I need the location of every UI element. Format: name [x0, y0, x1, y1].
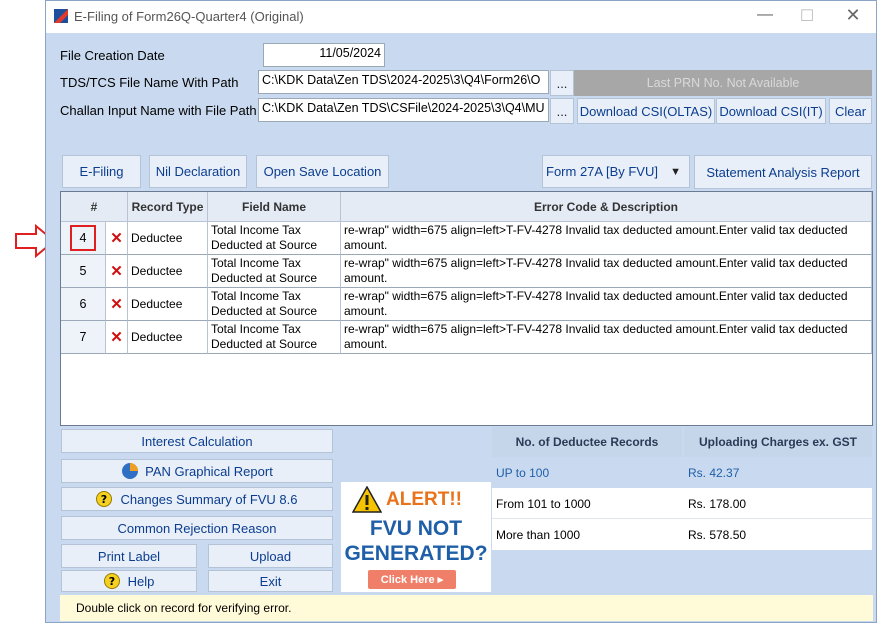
- upload-button[interactable]: Upload: [208, 544, 333, 568]
- col-header-error: Error Code & Description: [341, 192, 872, 222]
- error-x-icon: ✕: [106, 321, 128, 354]
- pan-graphical-report-label: PAN Graphical Report: [145, 463, 273, 479]
- print-label-button[interactable]: Print Label: [61, 544, 197, 568]
- fees-charge-cell[interactable]: Rs. 578.50: [684, 519, 872, 550]
- maximize-icon[interactable]: ☐: [792, 6, 822, 26]
- tds-file-path-field[interactable]: C:\KDK Data\Zen TDS\2024-2025\3\Q4\Form2…: [258, 70, 549, 94]
- window-title: E-Filing of Form26Q-Quarter4 (Original): [74, 9, 304, 24]
- open-save-location-button[interactable]: Open Save Location: [256, 155, 389, 188]
- form-select-dropdown[interactable]: Form 27A [By FVU] ▼: [542, 155, 690, 188]
- statement-analysis-button[interactable]: Statement Analysis Report: [694, 155, 872, 189]
- status-hint: Double click on record for verifying err…: [60, 595, 873, 621]
- col-header-num: #: [61, 192, 128, 222]
- fees-range-cell[interactable]: From 101 to 1000: [492, 488, 682, 519]
- download-it-button[interactable]: Download CSI(IT): [716, 98, 826, 124]
- field-name-cell[interactable]: Total Income Tax Deducted at Source: [208, 321, 341, 354]
- error-description-cell[interactable]: re-wrap" width=675 align=left>T-FV-4278 …: [341, 288, 872, 321]
- field-name-cell[interactable]: Total Income Tax Deducted at Source: [208, 222, 341, 255]
- exit-button[interactable]: Exit: [208, 570, 333, 592]
- alert-title: ALERT!!: [386, 489, 462, 510]
- alert-line2: GENERATED?: [344, 542, 488, 565]
- warning-icon: [352, 486, 382, 513]
- interest-calculation-button[interactable]: Interest Calculation: [61, 429, 333, 453]
- field-name-cell[interactable]: Total Income Tax Deducted at Source: [208, 255, 341, 288]
- error-x-icon: ✕: [106, 222, 128, 255]
- browse-tds-button[interactable]: ...: [550, 70, 574, 96]
- minimize-icon[interactable]: —: [750, 6, 780, 24]
- record-type-cell[interactable]: Deductee: [128, 255, 208, 288]
- tds-file-label: TDS/TCS File Name With Path: [60, 75, 239, 90]
- common-rejection-button[interactable]: Common Rejection Reason: [61, 516, 333, 540]
- row-number-highlight: 4: [69, 225, 97, 251]
- download-oltas-button[interactable]: Download CSI(OLTAS): [577, 98, 715, 124]
- field-name-cell[interactable]: Total Income Tax Deducted at Source: [208, 288, 341, 321]
- question-icon: ?: [96, 491, 113, 507]
- fees-charge-cell[interactable]: Rs. 178.00: [684, 488, 872, 519]
- chevron-down-icon: ▼: [670, 165, 681, 178]
- pie-chart-icon: [122, 463, 139, 479]
- changes-summary-label: Changes Summary of FVU 8.6: [120, 491, 298, 507]
- prn-status: Last PRN No. Not Available: [574, 70, 872, 96]
- file-creation-date-label: File Creation Date: [60, 48, 165, 63]
- error-x-icon: ✕: [106, 288, 128, 321]
- record-type-cell[interactable]: Deductee: [128, 222, 208, 255]
- row-number[interactable]: 6: [61, 288, 106, 321]
- browse-challan-button[interactable]: ...: [550, 98, 574, 124]
- alert-line1: FVU NOT: [369, 517, 463, 540]
- efiling-button[interactable]: E-Filing: [62, 155, 141, 188]
- file-creation-date-field[interactable]: 11/05/2024: [263, 43, 385, 67]
- record-type-cell[interactable]: Deductee: [128, 321, 208, 354]
- app-logo-icon: [54, 9, 68, 23]
- clear-button[interactable]: Clear: [829, 98, 872, 124]
- col-header-record-type: Record Type: [128, 192, 208, 222]
- row-number[interactable]: 4: [61, 222, 106, 255]
- row-number[interactable]: 7: [61, 321, 106, 354]
- error-description-cell[interactable]: re-wrap" width=675 align=left>T-FV-4278 …: [341, 222, 872, 255]
- error-x-icon: ✕: [106, 255, 128, 288]
- fees-range-cell[interactable]: More than 1000: [492, 519, 682, 550]
- pan-graphical-report-button[interactable]: PAN Graphical Report: [61, 459, 333, 483]
- record-type-cell[interactable]: Deductee: [128, 288, 208, 321]
- svg-text:?: ?: [108, 575, 114, 588]
- close-icon[interactable]: ✕: [838, 5, 868, 26]
- svg-text:?: ?: [101, 493, 107, 506]
- challan-label: Challan Input Name with File Path: [60, 103, 257, 118]
- row-number[interactable]: 5: [61, 255, 106, 288]
- challan-path-field[interactable]: C:\KDK Data\Zen TDS\CSFile\2024-2025\3\Q…: [258, 98, 549, 122]
- click-here-button[interactable]: Click Here ▸: [368, 570, 456, 589]
- error-description-cell[interactable]: re-wrap" width=675 align=left>T-FV-4278 …: [341, 255, 872, 288]
- help-question-icon: ?: [103, 573, 120, 589]
- fees-charge-cell[interactable]: Rs. 42.37: [684, 458, 872, 488]
- fees-col1-header: No. of Deductee Records: [492, 427, 682, 457]
- help-button[interactable]: ? Help: [61, 570, 197, 592]
- error-description-cell[interactable]: re-wrap" width=675 align=left>T-FV-4278 …: [341, 321, 872, 354]
- help-label: Help: [127, 573, 155, 589]
- changes-summary-button[interactable]: ? Changes Summary of FVU 8.6: [61, 487, 333, 511]
- nil-declaration-button[interactable]: Nil Declaration: [149, 155, 247, 188]
- form-select-value: Form 27A [By FVU]: [546, 164, 658, 179]
- col-header-field-name: Field Name: [208, 192, 341, 222]
- fees-col2-header: Uploading Charges ex. GST: [684, 427, 872, 457]
- fees-range-cell[interactable]: UP to 100: [492, 458, 682, 488]
